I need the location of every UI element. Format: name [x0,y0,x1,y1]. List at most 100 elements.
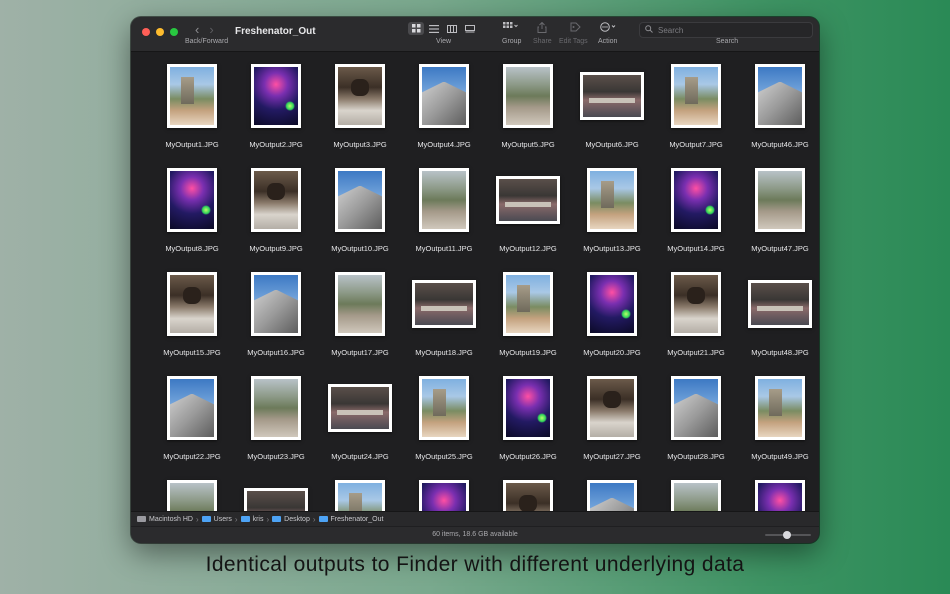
file-item[interactable]: MyOutput15.JPG [151,268,233,368]
file-thumbnail[interactable] [496,176,560,224]
view-columns-button[interactable] [444,22,460,35]
file-item[interactable] [319,476,401,511]
file-item[interactable]: MyOutput8.JPG [151,164,233,264]
file-thumbnail[interactable] [671,376,721,440]
file-item[interactable] [571,476,653,511]
back-chevron-icon[interactable]: ‹ [195,22,199,37]
file-thumbnail[interactable] [755,480,805,511]
file-thumbnail[interactable] [335,480,385,511]
minimize-window-button[interactable] [156,28,164,36]
path-crumb[interactable]: Users [201,516,232,523]
search-input[interactable] [658,25,808,35]
action-button[interactable] [600,22,618,35]
file-thumbnail[interactable] [587,480,637,511]
file-thumbnail[interactable] [251,376,301,440]
file-grid[interactable]: MyOutput1.JPG MyOutput2.JPG MyOutput3.JPG M… [131,52,819,511]
file-item[interactable]: MyOutput22.JPG [151,372,233,472]
file-thumbnail[interactable] [335,64,385,128]
file-item[interactable]: MyOutput47.JPG [739,164,819,264]
file-thumbnail[interactable] [671,168,721,232]
file-item[interactable]: MyOutput12.JPG [487,164,569,264]
file-thumbnail[interactable] [167,64,217,128]
file-item[interactable]: MyOutput28.JPG [655,372,737,472]
file-item[interactable]: MyOutput9.JPG [235,164,317,264]
file-thumbnail[interactable] [335,168,385,232]
file-item[interactable]: MyOutput4.JPG [403,60,485,160]
file-item[interactable]: MyOutput3.JPG [319,60,401,160]
file-item[interactable]: MyOutput23.JPG [235,372,317,472]
file-item[interactable]: MyOutput7.JPG [655,60,737,160]
share-button[interactable] [537,21,547,36]
file-item[interactable]: MyOutput17.JPG [319,268,401,368]
file-item[interactable]: MyOutput16.JPG [235,268,317,368]
file-item[interactable]: MyOutput25.JPG [403,372,485,472]
group-button[interactable] [503,22,519,34]
file-item[interactable]: MyOutput18.JPG [403,268,485,368]
file-item[interactable] [739,476,819,511]
file-thumbnail[interactable] [748,280,812,328]
file-item[interactable]: MyOutput49.JPG [739,372,819,472]
file-thumbnail[interactable] [503,272,553,336]
slider-knob[interactable] [783,531,791,539]
file-thumbnail[interactable] [671,480,721,511]
file-item[interactable]: MyOutput11.JPG [403,164,485,264]
file-thumbnail[interactable] [251,64,301,128]
path-crumb[interactable]: Freshenator_Out [318,516,383,523]
file-thumbnail[interactable] [587,272,637,336]
file-item[interactable]: MyOutput27.JPG [571,372,653,472]
file-thumbnail[interactable] [167,376,217,440]
file-thumbnail[interactable] [419,480,469,511]
view-gallery-button[interactable] [462,22,478,35]
file-thumbnail[interactable] [335,272,385,336]
path-crumb[interactable]: Macintosh HD [137,516,193,523]
file-item[interactable]: MyOutput19.JPG [487,268,569,368]
file-item[interactable]: MyOutput5.JPG [487,60,569,160]
file-thumbnail[interactable] [419,64,469,128]
file-thumbnail[interactable] [328,384,392,432]
close-window-button[interactable] [142,28,150,36]
file-thumbnail[interactable] [503,64,553,128]
file-item[interactable] [487,476,569,511]
file-thumbnail[interactable] [244,488,308,511]
file-thumbnail[interactable] [755,168,805,232]
file-item[interactable]: MyOutput48.JPG [739,268,819,368]
file-item[interactable]: MyOutput20.JPG [571,268,653,368]
file-item[interactable]: MyOutput1.JPG [151,60,233,160]
edit-tags-button[interactable] [570,22,581,35]
file-thumbnail[interactable] [671,64,721,128]
file-item[interactable] [655,476,737,511]
icon-size-slider[interactable] [765,531,811,539]
file-thumbnail[interactable] [251,272,301,336]
file-item[interactable]: MyOutput13.JPG [571,164,653,264]
file-thumbnail[interactable] [167,168,217,232]
path-crumb[interactable]: kris [240,516,263,523]
file-item[interactable] [403,476,485,511]
file-item[interactable]: MyOutput46.JPG [739,60,819,160]
file-thumbnail[interactable] [580,72,644,120]
file-thumbnail[interactable] [167,272,217,336]
file-thumbnail[interactable] [419,376,469,440]
file-item[interactable]: MyOutput26.JPG [487,372,569,472]
file-thumbnail[interactable] [167,480,217,511]
view-list-button[interactable] [426,22,442,35]
file-thumbnail[interactable] [587,168,637,232]
file-thumbnail[interactable] [503,376,553,440]
file-item[interactable] [151,476,233,511]
file-thumbnail[interactable] [503,480,553,511]
file-thumbnail[interactable] [755,376,805,440]
file-item[interactable]: MyOutput2.JPG [235,60,317,160]
file-thumbnail[interactable] [419,168,469,232]
zoom-window-button[interactable] [170,28,178,36]
file-thumbnail[interactable] [755,64,805,128]
file-thumbnail[interactable] [587,376,637,440]
file-item[interactable]: MyOutput10.JPG [319,164,401,264]
forward-chevron-icon[interactable]: › [209,22,213,37]
file-item[interactable] [235,476,317,511]
file-item[interactable]: MyOutput24.JPG [319,372,401,472]
file-item[interactable]: MyOutput21.JPG [655,268,737,368]
view-icons-button[interactable] [408,22,424,35]
file-thumbnail[interactable] [412,280,476,328]
file-item[interactable]: MyOutput14.JPG [655,164,737,264]
search-field[interactable] [639,22,813,38]
path-crumb[interactable]: Desktop [272,516,310,523]
